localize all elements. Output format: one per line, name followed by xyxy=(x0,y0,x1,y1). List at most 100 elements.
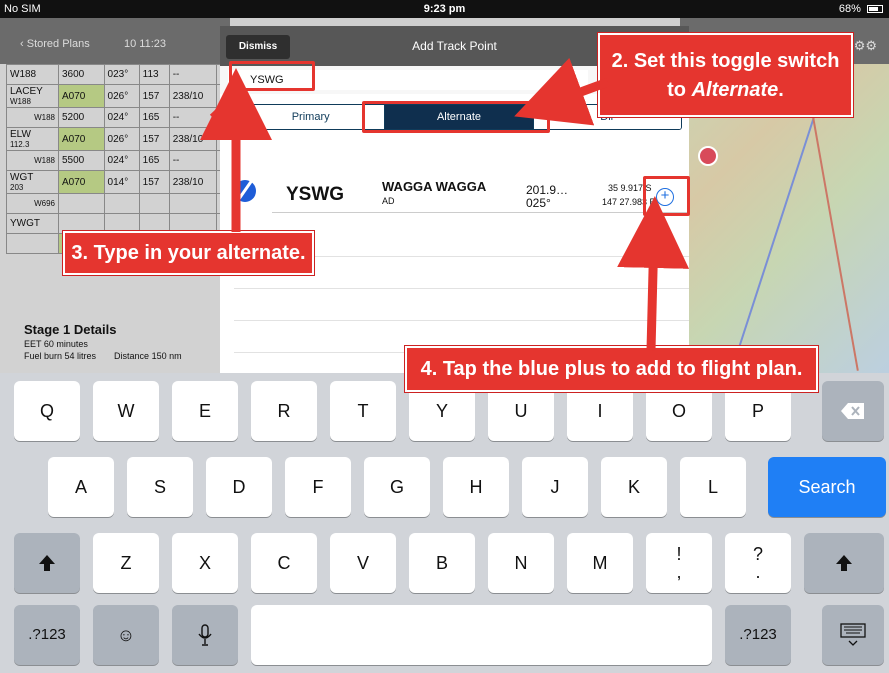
status-bar: No SIM 9:23 pm 68% xyxy=(0,0,889,18)
hide-keyboard-key[interactable] xyxy=(822,605,884,665)
shift-key-right[interactable] xyxy=(804,533,884,593)
waypoint-sub: W696 xyxy=(34,199,55,208)
table-cell-wp: WGT 203 xyxy=(6,170,59,194)
table-cell-wind: 238/10 xyxy=(168,127,218,151)
key-g[interactable]: G xyxy=(364,457,430,517)
waypoint-name: LACEY xyxy=(10,86,43,97)
ipad-screen: No SIM 9:23 pm 68% ‹ Stored Plans 10 11:… xyxy=(0,0,889,673)
onscreen-keyboard: Q W E R T Y U I O P A S D F G H J K L Se… xyxy=(0,373,889,673)
numbers-key-right[interactable]: .?123 xyxy=(725,605,791,665)
plus-highlight-box xyxy=(643,176,690,216)
result-distance: 201.9… xyxy=(526,183,569,197)
table-cell-trk: 024° xyxy=(103,150,140,171)
table-cell-wp: LACEY W188 xyxy=(6,84,59,108)
table-cell-trk: 026° xyxy=(103,127,140,151)
key-l[interactable]: L xyxy=(680,457,746,517)
key-c[interactable]: C xyxy=(251,533,317,593)
table-row[interactable]: WGT203A070014°157238/105 xyxy=(6,170,230,194)
key-s[interactable]: S xyxy=(127,457,193,517)
waypoint-sub: 203 xyxy=(10,183,24,192)
key-m[interactable]: M xyxy=(567,533,633,593)
table-cell-spd: 157 xyxy=(138,84,170,108)
search-key[interactable]: Search xyxy=(768,457,886,517)
table-cell-wind: 238/10 xyxy=(168,84,218,108)
list-divider xyxy=(234,288,689,289)
stage-fuel: Fuel burn 54 litres xyxy=(24,351,97,361)
shift-arrow-icon xyxy=(39,555,55,571)
aerodrome-icon xyxy=(234,180,256,202)
table-cell-trk xyxy=(103,193,140,214)
table-cell-wp: W188 xyxy=(6,107,59,128)
key-t[interactable]: T xyxy=(330,381,396,441)
waypoint-name: YWGT xyxy=(10,218,40,229)
key-n[interactable]: N xyxy=(488,533,554,593)
key-q[interactable]: Q xyxy=(14,381,80,441)
table-row[interactable]: ELW112.3A070026°157238/102 xyxy=(6,127,230,151)
key-a[interactable]: A xyxy=(48,457,114,517)
key-z[interactable]: Z xyxy=(93,533,159,593)
table-cell-wp: W696 xyxy=(6,193,59,214)
battery-icon xyxy=(867,5,883,14)
table-cell-alt: A070 xyxy=(58,170,105,194)
shift-key-left[interactable] xyxy=(14,533,80,593)
settings-gear-icon[interactable]: ⚙⚙ xyxy=(854,38,877,54)
key-f[interactable]: F xyxy=(285,457,351,517)
nav-log-table: W1883600023°113--1LACEYW188A070026°15723… xyxy=(6,64,230,254)
stage-details: Stage 1 Details EET 60 minutes Fuel burn… xyxy=(24,322,224,361)
table-cell-spd xyxy=(138,193,170,214)
key-w[interactable]: W xyxy=(93,381,159,441)
key-e[interactable]: E xyxy=(172,381,238,441)
key-d[interactable]: D xyxy=(206,457,272,517)
table-cell-spd: 113 xyxy=(138,64,170,85)
table-cell-spd: 157 xyxy=(138,127,170,151)
table-cell-wind: 238/10 xyxy=(168,170,218,194)
map-waypoint-marker[interactable] xyxy=(698,146,718,166)
key-question-period[interactable]: ? . xyxy=(725,533,791,593)
table-row[interactable]: W1885200024°165--1 xyxy=(6,107,230,128)
waypoint-name: W188 xyxy=(10,69,37,80)
key-j[interactable]: J xyxy=(522,457,588,517)
stage-distance: Distance 150 nm xyxy=(114,351,182,361)
key-r[interactable]: R xyxy=(251,381,317,441)
delete-key[interactable] xyxy=(822,381,884,441)
table-cell-wp: YWGT xyxy=(6,213,59,234)
battery-percent: 68% xyxy=(838,3,861,15)
key-b[interactable]: B xyxy=(409,533,475,593)
table-row[interactable]: W696 xyxy=(6,193,230,214)
step2-line2-prefix: to xyxy=(667,79,692,101)
stored-plans-back-label: Stored Plans xyxy=(26,38,90,50)
step2-callout: 2. Set this toggle switch to Alternate. xyxy=(598,33,853,117)
waypoint-name: ELW xyxy=(10,129,31,140)
shift-arrow-icon xyxy=(836,555,852,571)
emoji-key[interactable]: ☺ xyxy=(93,605,159,665)
key-exclaim-comma[interactable]: ! , xyxy=(646,533,712,593)
list-divider xyxy=(234,320,689,321)
table-cell-trk: 026° xyxy=(103,84,140,108)
table-cell-trk: 014° xyxy=(103,170,140,194)
result-type: AD xyxy=(382,196,395,206)
table-cell-spd: 165 xyxy=(138,150,170,171)
table-cell-alt: 3600 xyxy=(58,64,105,85)
microphone-icon xyxy=(198,624,212,646)
waypoint-sub: W188 xyxy=(34,113,55,122)
stage-eet: EET 60 minutes xyxy=(24,339,88,349)
step2-line2-suffix: . xyxy=(778,79,784,101)
key-x[interactable]: X xyxy=(172,533,238,593)
table-row[interactable]: LACEYW188A070026°157238/101 xyxy=(6,84,230,108)
table-row[interactable]: W1885500024°165--9 xyxy=(6,150,230,171)
numbers-key-left[interactable]: .?123 xyxy=(14,605,80,665)
search-highlight-box xyxy=(229,61,315,91)
dictation-key[interactable] xyxy=(172,605,238,665)
table-cell-trk: 024° xyxy=(103,107,140,128)
step2-line2-emph: Alternate xyxy=(691,79,779,101)
backspace-icon xyxy=(841,403,864,419)
table-cell-alt: A070 xyxy=(58,84,105,108)
result-divider xyxy=(272,212,689,213)
key-v[interactable]: V xyxy=(330,533,396,593)
space-bar[interactable] xyxy=(251,605,712,665)
stored-plans-panel: ‹ Stored Plans 10 11:23 W188 3600 023° 113-… xyxy=(0,18,230,373)
key-h[interactable]: H xyxy=(443,457,509,517)
table-row[interactable]: W1883600023°113--1 xyxy=(6,64,230,85)
key-k[interactable]: K xyxy=(601,457,667,517)
stored-plans-back-button[interactable]: ‹ Stored Plans xyxy=(20,38,90,50)
